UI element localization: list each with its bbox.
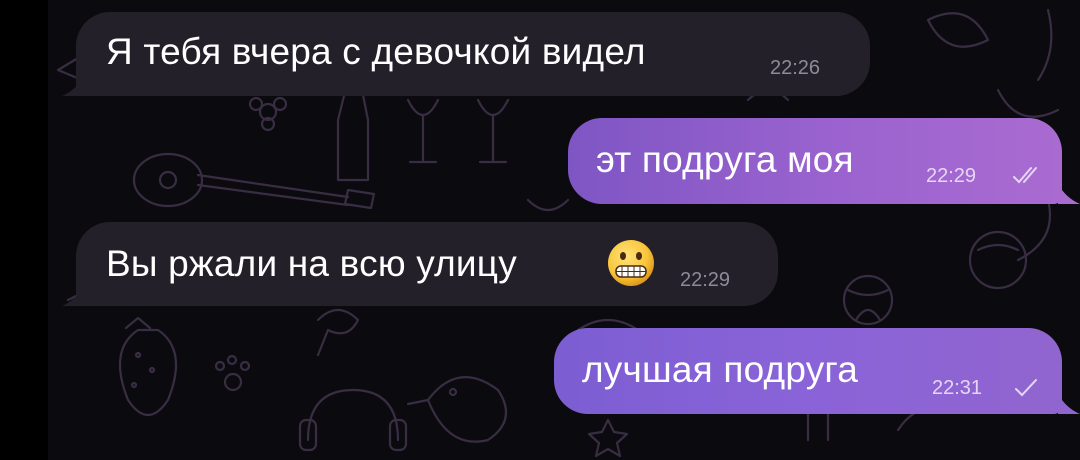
message-text: эт подруга моя <box>596 139 854 180</box>
bubble-tail <box>1058 184 1080 204</box>
message-time: 22:29 <box>926 165 977 187</box>
message-bubble-outgoing[interactable]: эт подруга моя 22:29 <box>568 118 1062 204</box>
double-check-icon <box>1013 167 1037 184</box>
chat-view: Я тебя вчера с девочкой видел 22:26 эт п… <box>0 0 1080 460</box>
message-bubble-incoming[interactable]: Я тебя вчера с девочкой видел 22:26 <box>76 12 870 96</box>
bubble-tail <box>62 286 84 306</box>
message-text: Вы ржали на всю улицу <box>106 243 517 284</box>
message-bubble-outgoing[interactable]: лучшая подруга 22:31 <box>554 328 1062 414</box>
bubble-tail <box>1058 394 1080 414</box>
message-text: лучшая подруга <box>582 349 859 390</box>
grimacing-face-emoji-icon <box>608 240 654 286</box>
message-time: 22:31 <box>932 377 983 399</box>
message-bubble-incoming[interactable]: Вы ржали на всю улицу 22:29 <box>76 222 778 306</box>
bubble-tail <box>62 76 84 96</box>
left-edge-strip <box>0 0 48 460</box>
single-check-icon <box>1015 379 1037 397</box>
message-time: 22:29 <box>680 269 731 291</box>
message-text: Я тебя вчера с девочкой видел <box>106 31 646 72</box>
message-time: 22:26 <box>770 57 821 79</box>
